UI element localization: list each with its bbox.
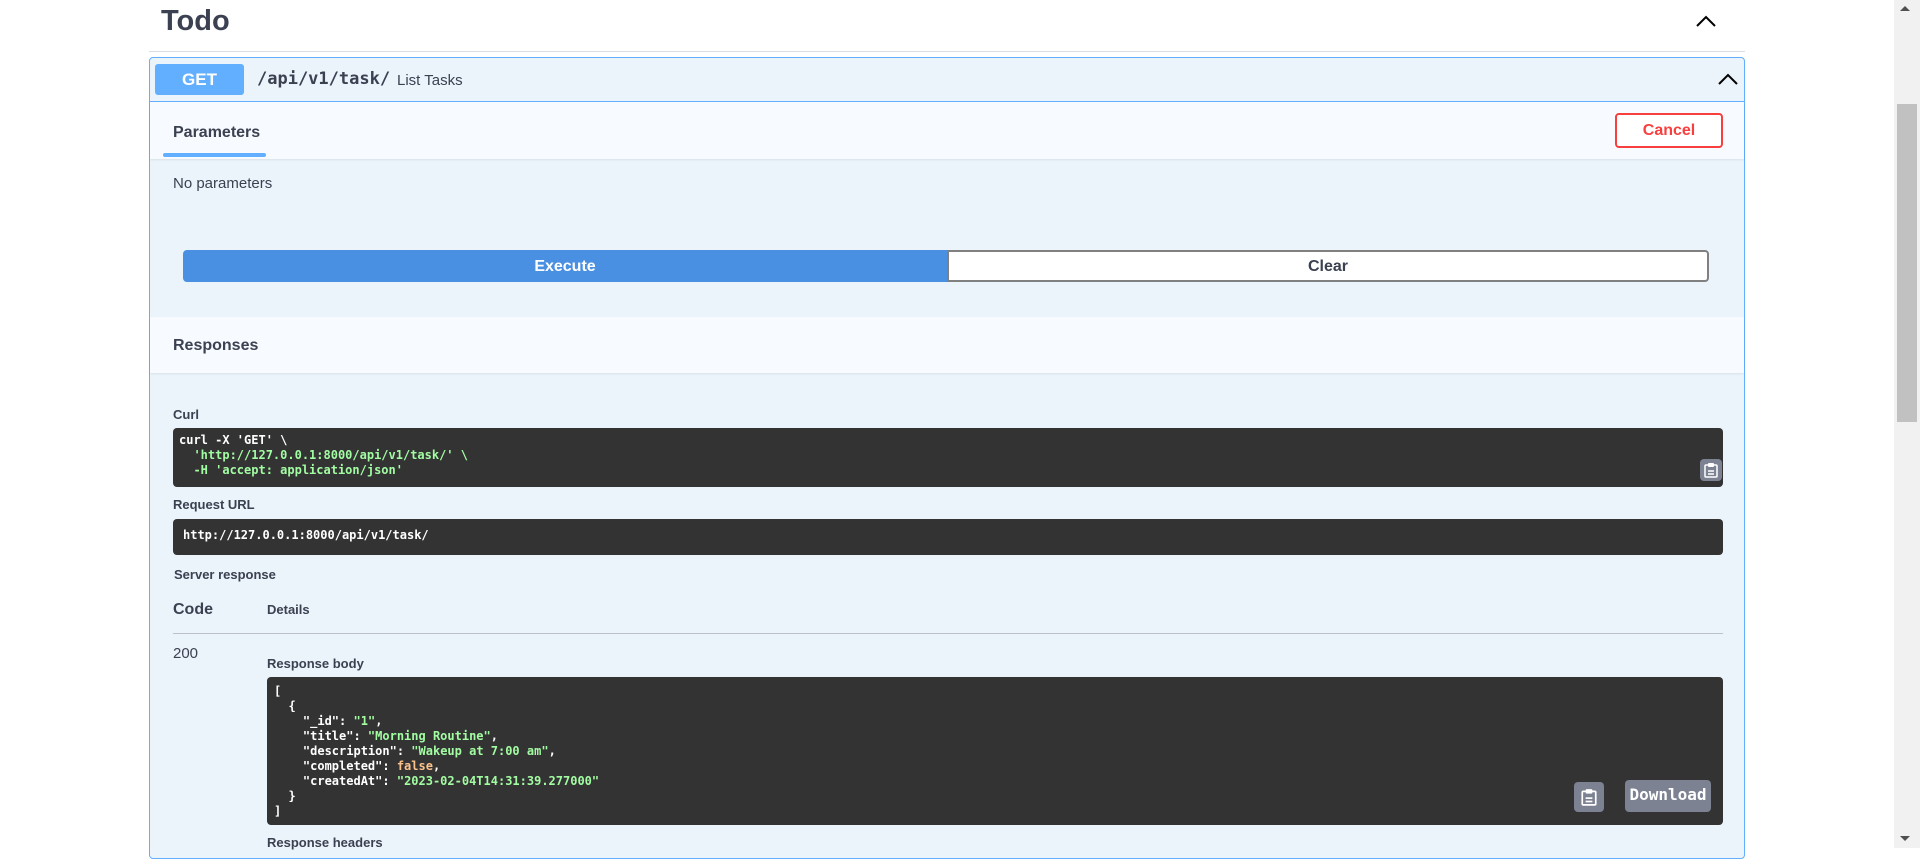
chevron-up-icon[interactable] (1717, 72, 1739, 86)
method-badge: GET (155, 64, 244, 95)
execute-wrapper: Execute Clear (183, 250, 1709, 282)
clear-button[interactable]: Clear (947, 250, 1709, 282)
json-title: "Morning Routine" (367, 729, 491, 743)
copy-response-button[interactable] (1574, 782, 1604, 812)
curl-line: 'http://127.0.0.1:8000/api/v1/task/' \ (179, 448, 468, 462)
status-code: 200 (173, 645, 199, 662)
response-body-code: [ { "_id": "1", "title": "Morning Routin… (274, 684, 600, 818)
server-response-label: Server response (174, 567, 276, 582)
table-divider (173, 633, 1723, 634)
json-completed: false (396, 759, 433, 773)
response-body-block[interactable]: [ { "_id": "1", "title": "Morning Routin… (267, 677, 1723, 825)
request-url-label: Request URL (173, 497, 255, 512)
curl-line: curl -X 'GET' \ (179, 433, 288, 447)
curl-line: -H 'accept: application/json' (179, 463, 403, 477)
responses-title: Responses (173, 337, 259, 354)
json-id: "1" (353, 714, 376, 728)
clipboard-icon (1704, 463, 1718, 478)
json-created-at: "2023-02-04T14:31:39.277000" (396, 774, 600, 788)
responses-header: Responses (150, 317, 1744, 373)
scrollbar-thumb[interactable] (1897, 104, 1917, 422)
scroll-up-arrow-icon[interactable] (1900, 6, 1910, 11)
details-column-header: Details (267, 602, 310, 617)
request-url: http://127.0.0.1:8000/api/v1/task/ (183, 528, 429, 542)
curl-label: Curl (173, 407, 199, 422)
chevron-up-icon[interactable] (1695, 14, 1717, 28)
parameters-header: Parameters Cancel (150, 102, 1744, 159)
tab-underline (163, 153, 266, 157)
curl-code: curl -X 'GET' \ 'http://127.0.0.1:8000/a… (179, 433, 1717, 478)
execute-button[interactable]: Execute (183, 250, 947, 282)
scroll-down-arrow-icon[interactable] (1900, 836, 1910, 841)
operation-summary[interactable]: GET /api/v1/task/ List Tasks (150, 58, 1744, 102)
copy-curl-button[interactable] (1700, 459, 1722, 481)
response-body-label: Response body (267, 656, 364, 671)
curl-code-block[interactable]: curl -X 'GET' \ 'http://127.0.0.1:8000/a… (173, 428, 1723, 487)
tag-header[interactable]: Todo (149, 0, 1745, 52)
tab-parameters[interactable]: Parameters (173, 124, 260, 142)
code-column-header: Code (173, 601, 213, 618)
operation-block: GET /api/v1/task/ List Tasks Parameters … (149, 57, 1745, 859)
no-parameters-text: No parameters (173, 175, 273, 192)
download-button[interactable]: Download (1625, 780, 1711, 812)
cancel-button[interactable]: Cancel (1615, 113, 1723, 148)
clipboard-icon (1581, 789, 1597, 806)
tag-title: Todo (161, 5, 230, 37)
operation-path: /api/v1/task/ (257, 69, 391, 89)
operation-summary-text: List Tasks (397, 72, 463, 89)
request-url-block[interactable]: http://127.0.0.1:8000/api/v1/task/ (173, 519, 1723, 555)
json-description: "Wakeup at 7:00 am" (411, 744, 549, 758)
